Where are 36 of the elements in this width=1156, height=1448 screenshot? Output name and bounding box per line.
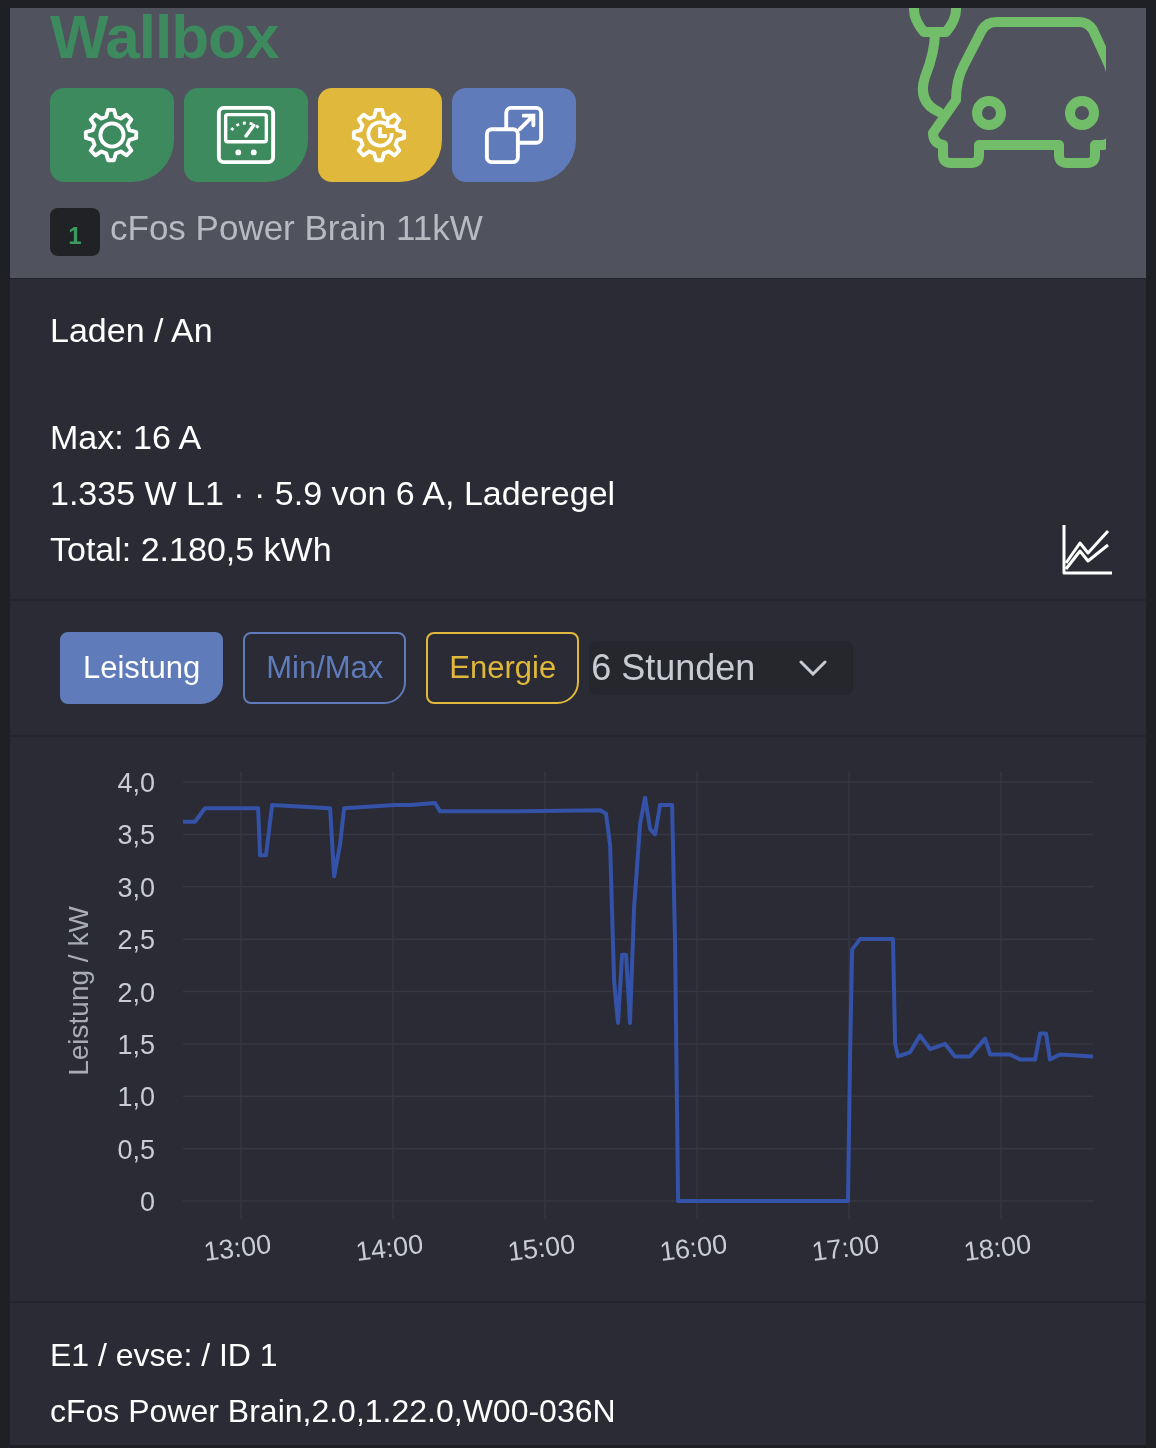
chevron-down-icon <box>799 660 828 676</box>
device-number-badge: 1 <box>50 208 100 256</box>
x-tick-label: 15:00 <box>506 1228 577 1267</box>
page-title: Wallbox <box>50 8 280 70</box>
status-line: Total: 2.180,5 kWh <box>50 529 333 570</box>
x-tick-label: 16:00 <box>658 1228 729 1267</box>
y-tick-label: 3,5 <box>117 820 155 851</box>
x-tick-label: 13:00 <box>202 1228 273 1267</box>
action-button[interactable] <box>452 88 576 182</box>
chart-tab[interactable]: Leistung <box>60 632 224 704</box>
status-line: Max: 16 A <box>50 417 203 458</box>
y-tick-label: 0,5 <box>117 1134 155 1165</box>
device-name: cFos Power Brain 11kW <box>110 208 483 248</box>
y-tick-label: 3,0 <box>117 872 155 903</box>
charging-state: Laden / An <box>50 310 214 351</box>
x-tick-label: 17:00 <box>810 1228 881 1267</box>
range-dropdown[interactable]: 6 Stunden <box>589 641 854 695</box>
y-tick-label: 0 <box>139 1187 155 1217</box>
line-chart-icon[interactable] <box>1062 523 1114 575</box>
gauge-panel-icon <box>215 104 277 166</box>
chart-tab[interactable]: Energie <box>426 632 580 704</box>
expand-window-icon <box>483 104 545 166</box>
device-info-line: E1 / evse: / ID 1 <box>50 1336 279 1375</box>
y-axis-label: Leistung / kW <box>63 906 94 1076</box>
y-tick-label: 4,0 <box>117 768 155 798</box>
x-tick-label: 14:00 <box>354 1228 425 1267</box>
y-tick-label: 2,5 <box>117 925 155 956</box>
y-tick-label: 2,0 <box>117 977 155 1008</box>
action-button[interactable] <box>318 88 442 182</box>
x-tick-label: 18:00 <box>962 1228 1033 1267</box>
device-info-line: cFos Power Brain,2.0,1.22.0,W00-036N <box>50 1392 617 1431</box>
status-line: 1.335 W L1 · · 5.9 von 6 A, Laderegel <box>50 473 616 514</box>
y-tick-label: 1,0 <box>117 1082 155 1113</box>
action-button[interactable] <box>184 88 308 182</box>
y-tick-label: 1,5 <box>117 1029 155 1060</box>
action-button[interactable] <box>50 88 174 182</box>
